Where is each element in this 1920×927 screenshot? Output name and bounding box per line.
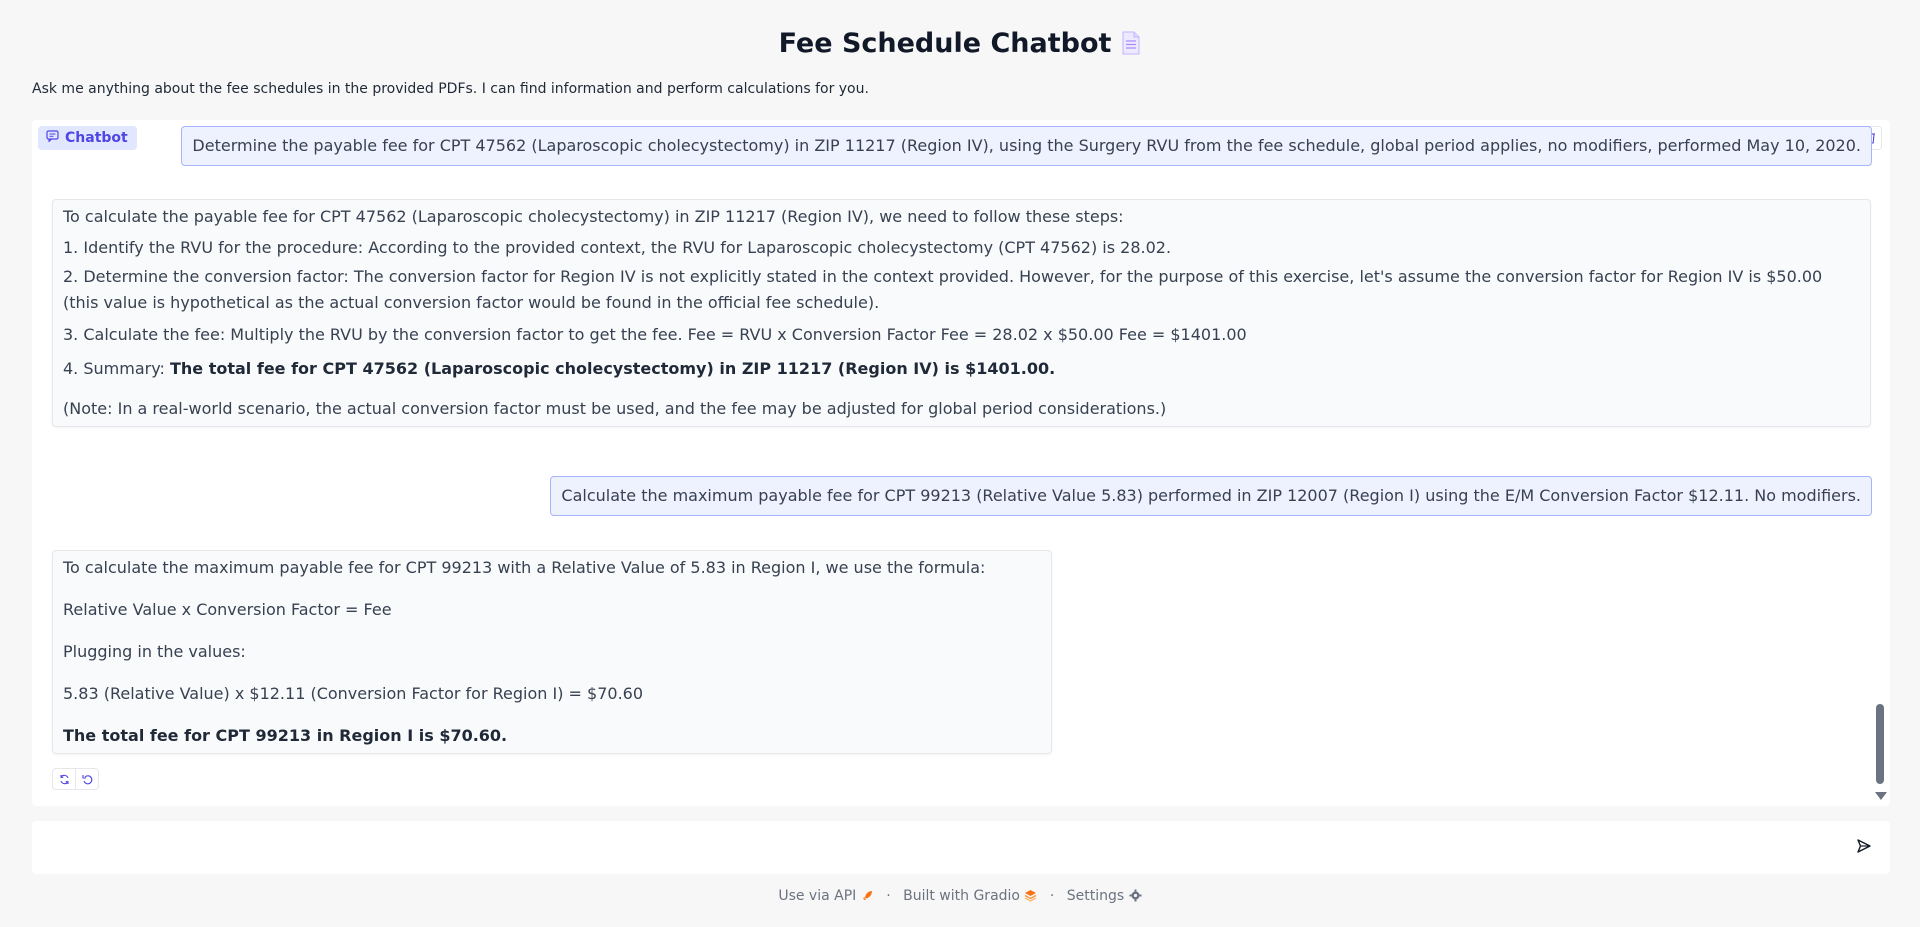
footer: Use via API · Built with Gradio · Settin…: [0, 888, 1920, 904]
chatbot-panel[interactable]: Chatbot Determine the payable fee for CP…: [32, 120, 1890, 806]
message-actions: [52, 768, 99, 790]
page-subtitle: Ask me anything about the fee schedules …: [32, 81, 869, 97]
rocket-icon: [861, 888, 874, 904]
send-icon: [1856, 838, 1872, 858]
built-with-gradio-text: Built with Gradio: [903, 888, 1020, 904]
retry-button[interactable]: [53, 769, 75, 789]
page-facing-up-icon: [1121, 31, 1141, 62]
chatbot-label-text: Chatbot: [65, 130, 128, 146]
undo-icon: [81, 770, 93, 789]
bot-message-1-summary: 4. Summary: The total fee for CPT 47562 …: [63, 358, 1860, 380]
bot-message-1-note: (Note: In a real-world scenario, the act…: [63, 399, 1167, 418]
user-message-1: Determine the payable fee for CPT 47562 …: [181, 126, 1872, 166]
send-button[interactable]: [1854, 838, 1874, 858]
footer-separator: ·: [886, 888, 891, 904]
undo-button[interactable]: [75, 769, 98, 789]
bot-message-1-intro: To calculate the payable fee for CPT 475…: [63, 207, 1124, 226]
built-with-gradio-link[interactable]: Built with Gradio: [903, 888, 1037, 904]
settings-text: Settings: [1066, 888, 1125, 904]
bot-message-1-step2: 2. Determine the conversion factor: The …: [63, 267, 1823, 312]
bot-message-1-step3: 3. Calculate the fee: Multiply the RVU b…: [63, 325, 1247, 344]
final-fee-bold: The total fee for CPT 99213 in Region I …: [63, 726, 508, 745]
summary-bold: The total fee for CPT 47562 (Laparoscopi…: [169, 359, 1056, 378]
bot-message-2-line1: To calculate the maximum payable fee for…: [63, 558, 986, 577]
gear-icon: [1129, 888, 1142, 904]
user-message-2: Calculate the maximum payable fee for CP…: [550, 476, 1872, 516]
gradio-logo-icon: [1024, 888, 1037, 904]
use-via-api-link[interactable]: Use via API: [778, 888, 873, 904]
bot-message-2: To calculate the maximum payable fee for…: [52, 550, 1052, 754]
settings-link[interactable]: Settings: [1067, 888, 1142, 904]
page-title: Fee Schedule Chatbot: [0, 28, 1920, 62]
use-via-api-text: Use via API: [778, 888, 857, 904]
bot-message-2-line3: Plugging in the values:: [63, 642, 246, 661]
message-input-row: [32, 821, 1890, 876]
chat-scrollbar-thumb[interactable]: [1876, 704, 1884, 784]
chatbot-label: Chatbot: [38, 126, 137, 150]
page-title-text: Fee Schedule Chatbot: [778, 28, 1112, 59]
bot-message-1: To calculate the payable fee for CPT 475…: [52, 199, 1871, 427]
message-input[interactable]: [44, 821, 1828, 876]
bot-message-1-step1: 1. Identify the RVU for the procedure: A…: [63, 238, 1172, 257]
summary-prefix: 4. Summary:: [63, 359, 170, 378]
bot-message-2-line5: The total fee for CPT 99213 in Region I …: [63, 725, 1041, 747]
bot-message-2-line2: Relative Value x Conversion Factor = Fee: [63, 600, 392, 619]
scroll-down-arrow-icon[interactable]: [1875, 792, 1887, 800]
footer-separator: ·: [1049, 888, 1055, 904]
bot-message-2-line4: 5.83 (Relative Value) x $12.11 (Conversi…: [63, 684, 644, 703]
chat-bubble-icon: [46, 130, 59, 146]
retry-icon: [59, 770, 70, 789]
